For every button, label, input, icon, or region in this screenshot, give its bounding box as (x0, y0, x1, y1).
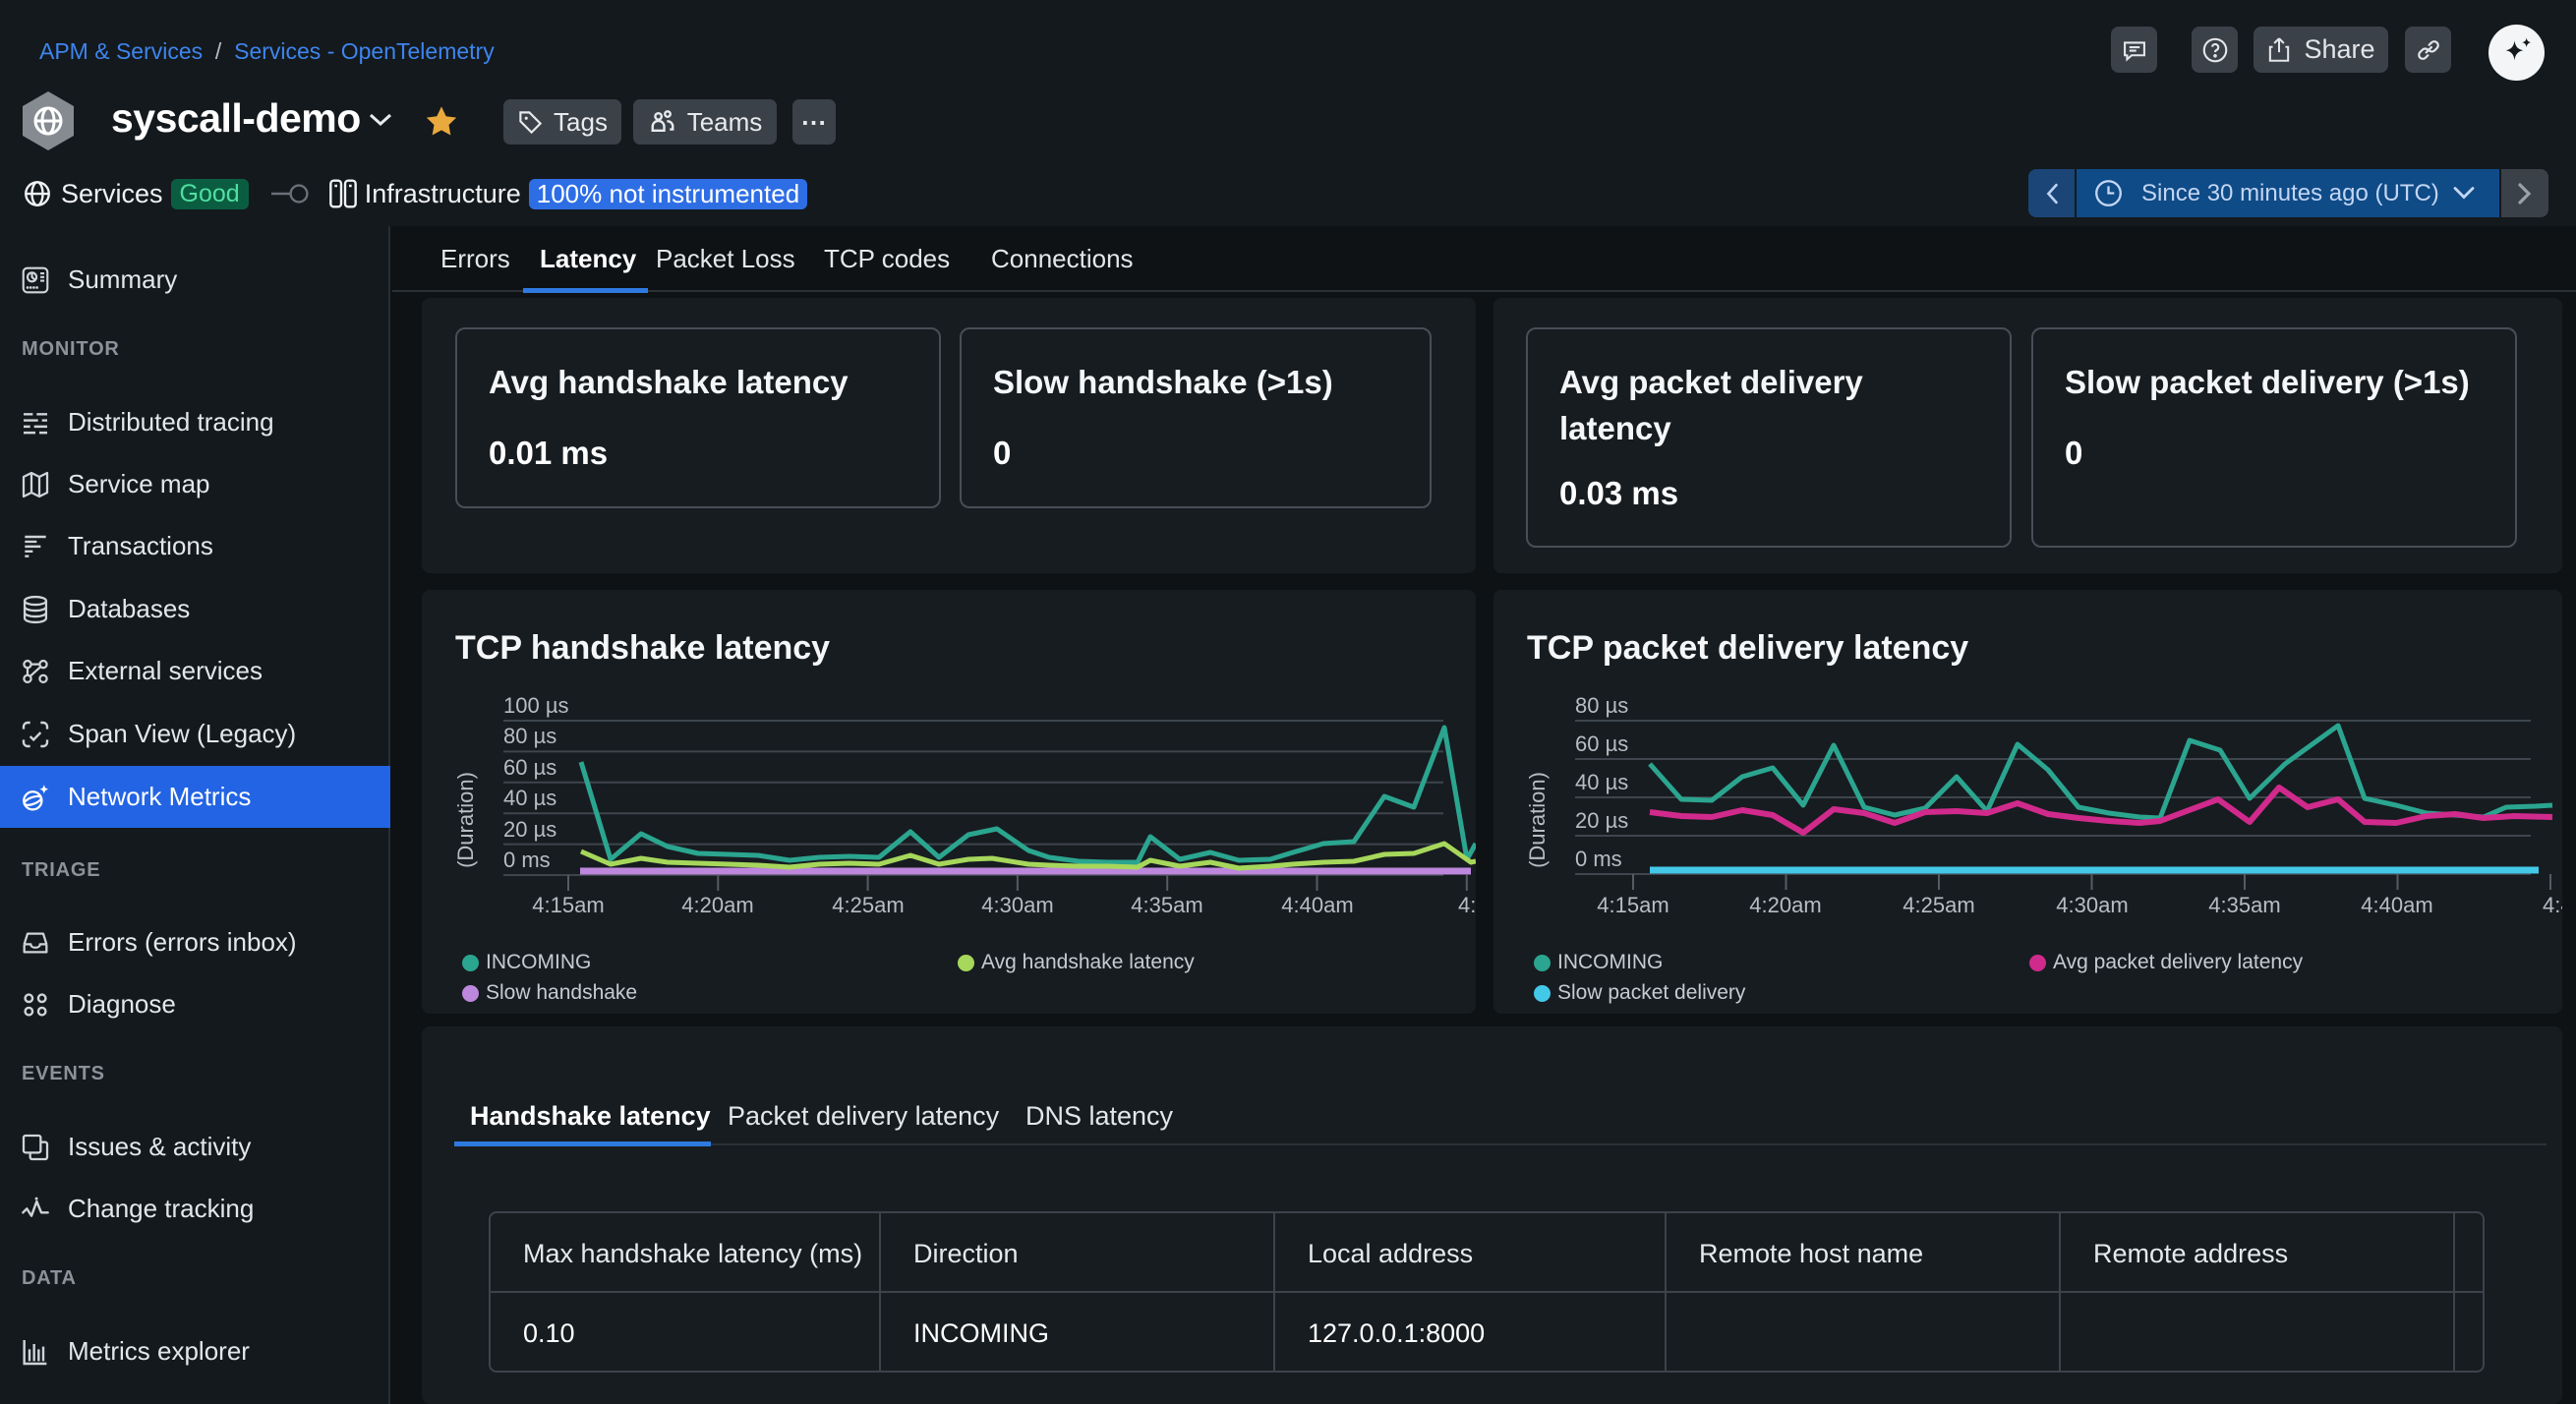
svg-text:(Duration): (Duration) (453, 772, 478, 868)
svg-text:4:25am: 4:25am (832, 893, 904, 917)
svg-text:60 µs: 60 µs (503, 755, 556, 780)
svg-text:4:30am: 4:30am (981, 893, 1053, 917)
svg-text:80 µs: 80 µs (503, 724, 556, 748)
svg-text:4:45am: 4:45am (1458, 893, 1476, 917)
svg-text:100 µs: 100 µs (503, 693, 569, 718)
svg-text:4:20am: 4:20am (1749, 893, 1821, 917)
svg-text:4:40am: 4:40am (2361, 893, 2432, 917)
svg-text:0 ms: 0 ms (1575, 847, 1622, 871)
svg-text:40 µs: 40 µs (503, 786, 556, 810)
svg-text:(Duration): (Duration) (1525, 772, 1550, 868)
svg-text:4:40am: 4:40am (1281, 893, 1353, 917)
svg-text:4:20am: 4:20am (681, 893, 753, 917)
svg-text:20 µs: 20 µs (503, 817, 556, 842)
svg-text:4:35am: 4:35am (1131, 893, 1202, 917)
svg-text:40 µs: 40 µs (1575, 770, 1628, 794)
svg-text:20 µs: 20 µs (1575, 808, 1628, 833)
svg-text:60 µs: 60 µs (1575, 731, 1628, 756)
svg-text:4:15am: 4:15am (532, 893, 604, 917)
svg-text:4:45am: 4:45am (2543, 893, 2562, 917)
svg-text:4:30am: 4:30am (2056, 893, 2128, 917)
svg-text:0 ms: 0 ms (503, 848, 551, 872)
svg-text:4:35am: 4:35am (2208, 893, 2280, 917)
svg-text:4:15am: 4:15am (1597, 893, 1669, 917)
svg-text:80 µs: 80 µs (1575, 693, 1628, 718)
svg-text:4:25am: 4:25am (1903, 893, 1974, 917)
